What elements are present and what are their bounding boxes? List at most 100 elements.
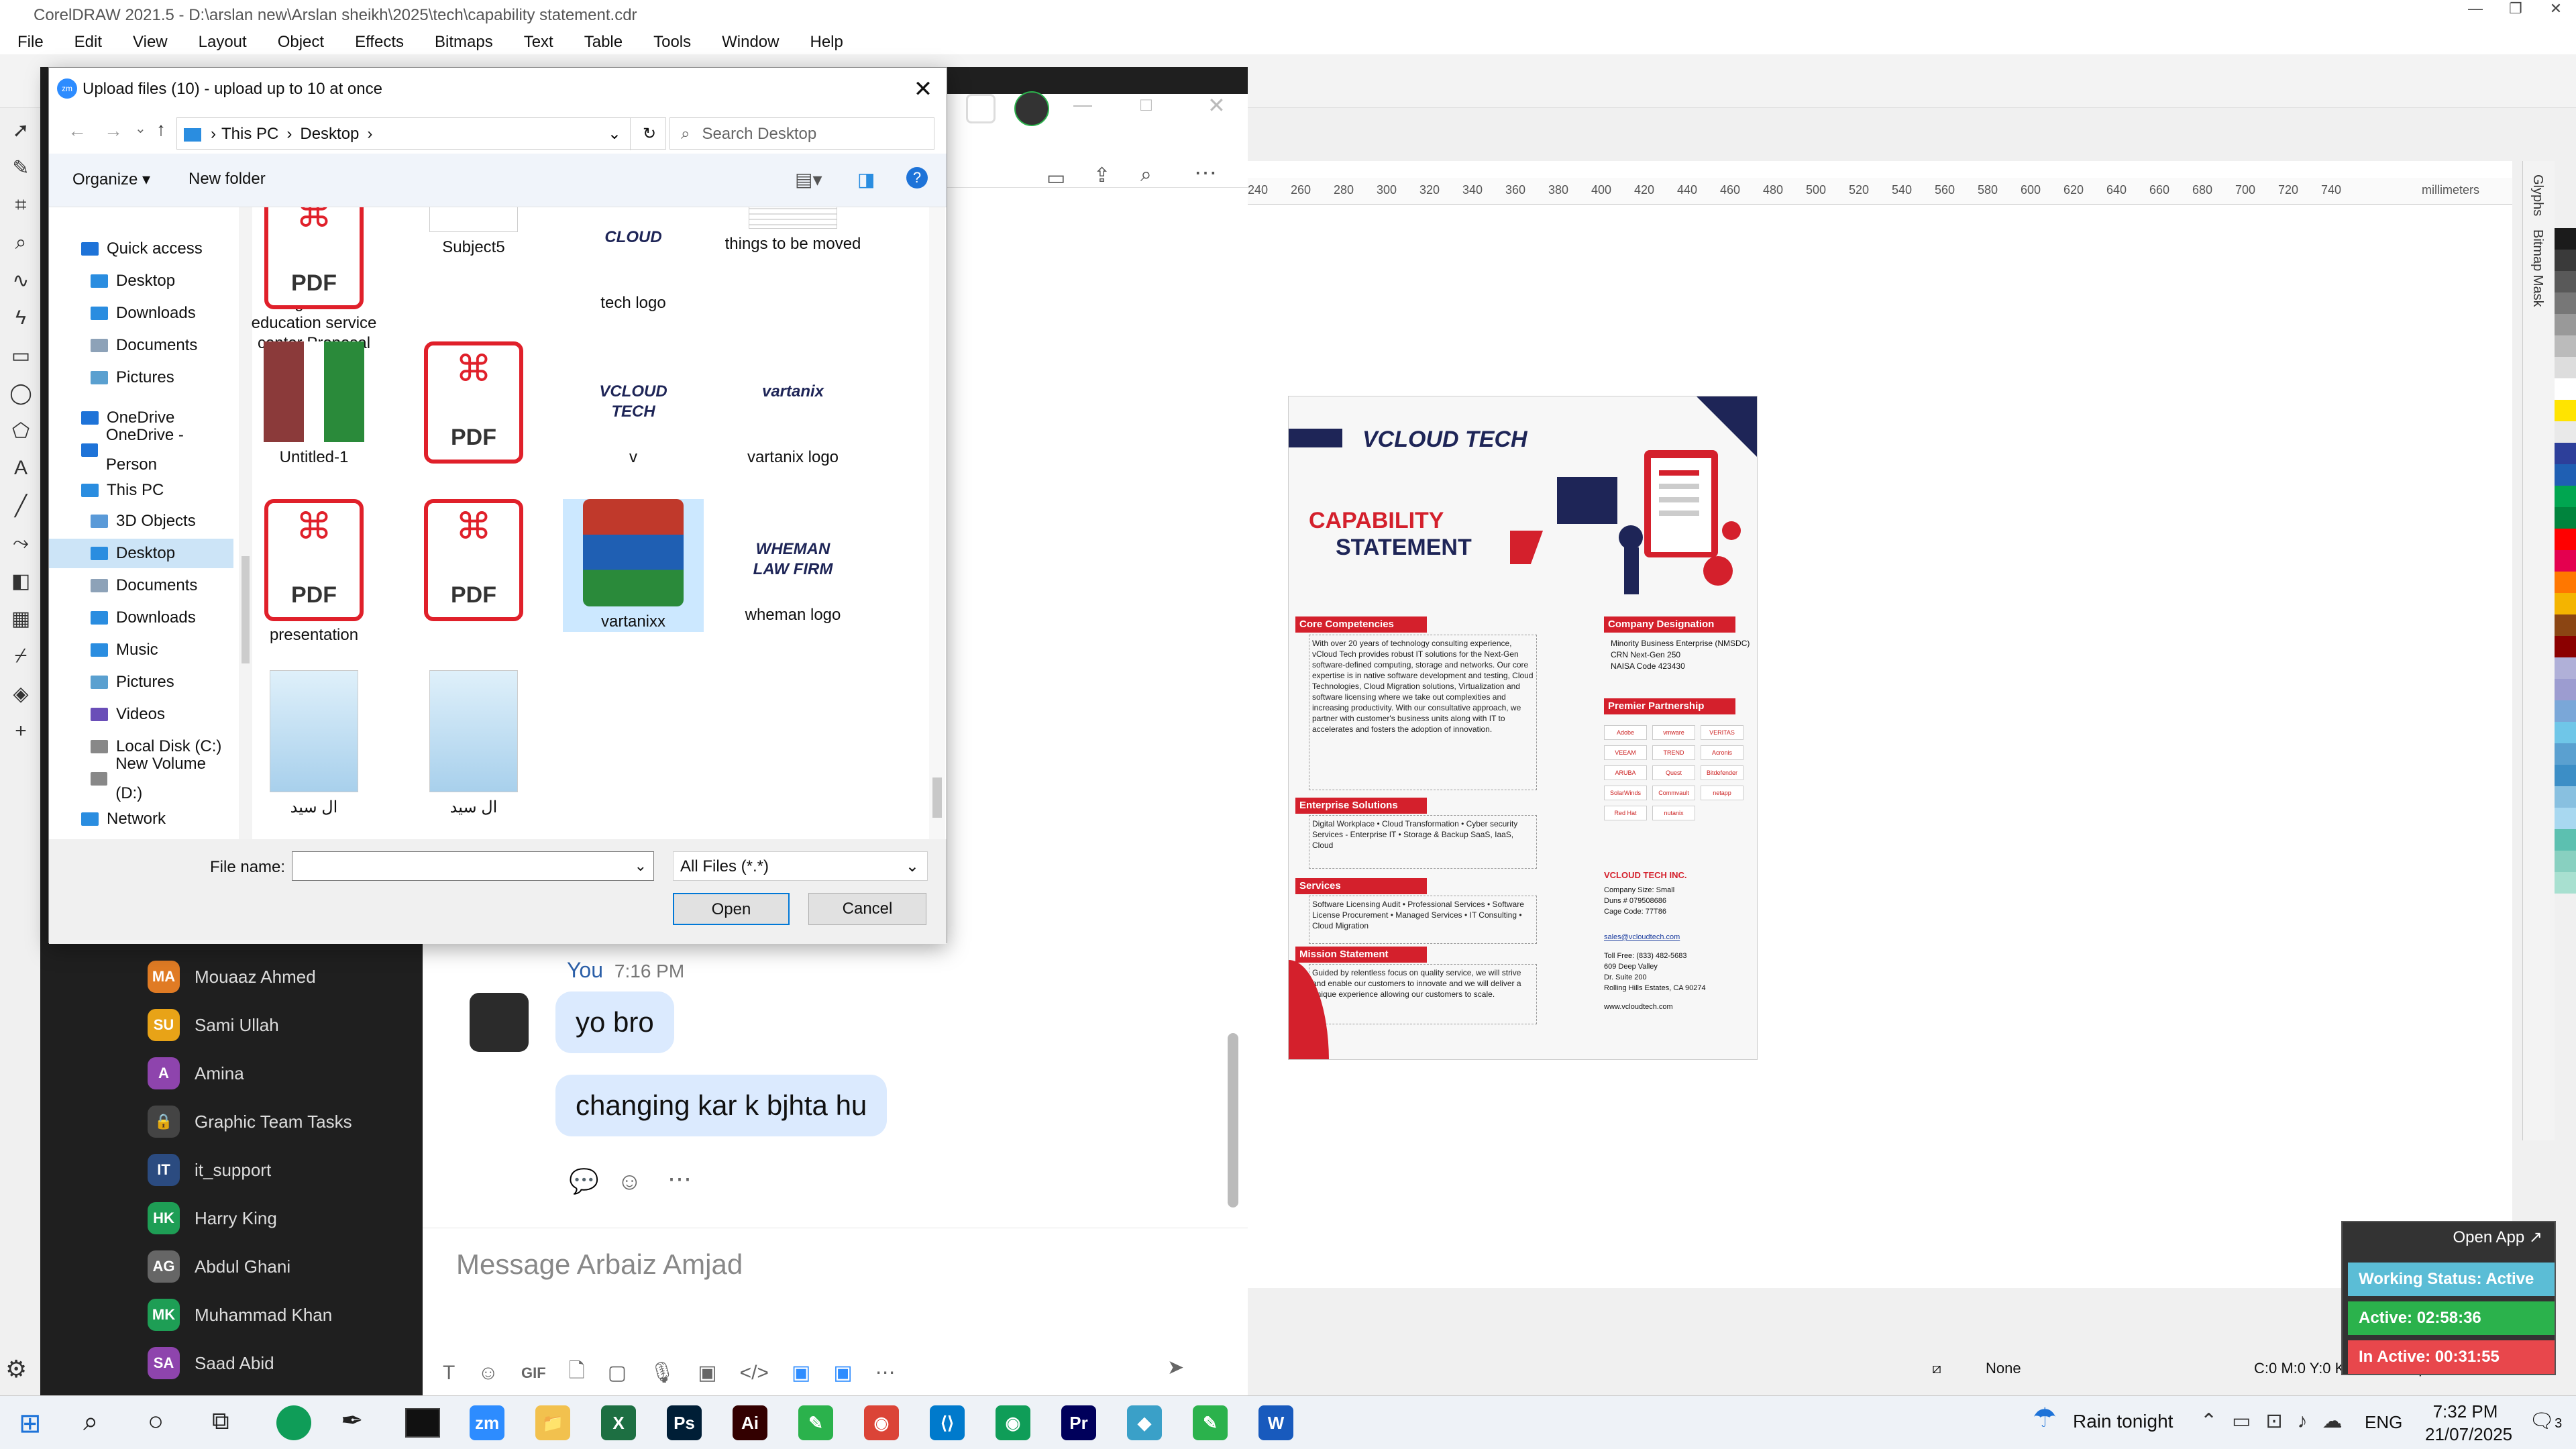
- nav-item[interactable]: OneDrive - Person: [81, 426, 233, 474]
- minimize-icon[interactable]: —: [2455, 0, 2496, 30]
- maximize-icon[interactable]: □: [1140, 94, 1152, 115]
- close-icon[interactable]: ✕: [906, 73, 940, 105]
- view-options-icon[interactable]: ▤▾: [795, 168, 822, 191]
- palette-swatch[interactable]: [2555, 228, 2576, 250]
- reply-icon[interactable]: 💬: [569, 1167, 599, 1195]
- format-text-icon[interactable]: T: [443, 1362, 455, 1385]
- palette-swatch[interactable]: [2555, 271, 2576, 292]
- menu-file[interactable]: File: [17, 33, 44, 51]
- contact-item[interactable]: SA Saad Abid: [148, 1339, 274, 1387]
- weather-text[interactable]: Rain tonight: [2073, 1411, 2173, 1432]
- start-windows-icon[interactable]: ⊞: [19, 1408, 42, 1439]
- profile-avatar[interactable]: [1014, 91, 1049, 126]
- palette-swatch[interactable]: [2555, 443, 2576, 464]
- file-type-filter[interactable]: All Files (*.*) ⌄: [673, 851, 928, 881]
- palette-swatch[interactable]: [2555, 593, 2576, 614]
- nav-item[interactable]: Desktop: [49, 539, 233, 568]
- search-icon[interactable]: ⌕: [1140, 164, 1152, 186]
- menu-layout[interactable]: Layout: [199, 33, 247, 51]
- nav-item[interactable]: Videos: [91, 700, 165, 729]
- calendar-icon[interactable]: [966, 94, 996, 123]
- premiere-icon[interactable]: Pr: [1061, 1405, 1096, 1440]
- menu-effects[interactable]: Effects: [355, 33, 404, 51]
- menu-bitmaps[interactable]: Bitmaps: [435, 33, 493, 51]
- contact-item[interactable]: 🔒 Graphic Team Tasks: [148, 1097, 352, 1146]
- contact-item[interactable]: HK Harry King: [148, 1194, 277, 1242]
- add-tool-icon[interactable]: +: [7, 720, 34, 747]
- palette-swatch[interactable]: [2555, 292, 2576, 314]
- video-icon[interactable]: ▭: [1046, 166, 1065, 190]
- ellipse-tool-icon[interactable]: ◯: [7, 382, 34, 409]
- palette-swatch[interactable]: [2555, 700, 2576, 722]
- file-icon[interactable]: 🗋: [569, 1356, 585, 1390]
- zoom-tool-icon[interactable]: ⌕: [7, 231, 34, 258]
- vscode-icon[interactable]: ⟨⟩: [930, 1405, 965, 1440]
- coreldraw-icon[interactable]: ✎: [1193, 1405, 1228, 1440]
- nav-item[interactable]: Documents📌: [91, 331, 197, 360]
- nav-item[interactable]: Downloads📌: [91, 299, 196, 328]
- task-view-icon[interactable]: ⧉: [212, 1407, 229, 1436]
- app-icon[interactable]: ▣: [792, 1361, 810, 1385]
- close-icon[interactable]: ✕: [1208, 93, 1226, 118]
- menu-text[interactable]: Text: [524, 33, 553, 51]
- close-icon[interactable]: ✕: [2536, 0, 2576, 30]
- message-input[interactable]: Message Arbaiz Amjad: [456, 1248, 743, 1281]
- help-icon[interactable]: ?: [906, 167, 928, 189]
- back-arrow-icon[interactable]: ←: [68, 120, 87, 142]
- palette-swatch[interactable]: [2555, 357, 2576, 378]
- search-box[interactable]: ⌕ Search Desktop: [669, 117, 934, 150]
- transparency-tool-icon[interactable]: ▦: [7, 607, 34, 634]
- palette-swatch[interactable]: [2555, 851, 2576, 872]
- palette-swatch[interactable]: [2555, 314, 2576, 335]
- code-icon[interactable]: </>: [740, 1362, 769, 1385]
- chrome-profile-icon[interactable]: ◉: [996, 1405, 1030, 1440]
- menu-view[interactable]: View: [133, 33, 168, 51]
- address-bar[interactable]: › This PC › Desktop › ⌄ ↻: [176, 117, 666, 150]
- nav-item[interactable]: Pictures📌: [91, 363, 174, 392]
- file-item[interactable]: ⌘PDFvartanix: [403, 499, 544, 625]
- language-indicator[interactable]: ENG: [2365, 1412, 2402, 1433]
- recent-locations-icon[interactable]: ⌄: [135, 120, 146, 137]
- palette-swatch[interactable]: [2555, 829, 2576, 851]
- preview-pane-icon[interactable]: ◨: [857, 168, 875, 191]
- edge-icon[interactable]: [276, 1405, 311, 1440]
- palette-swatch[interactable]: [2555, 765, 2576, 786]
- cancel-button[interactable]: Cancel: [808, 893, 926, 925]
- nav-item[interactable]: Pictures: [91, 667, 174, 697]
- palette-swatch[interactable]: [2555, 872, 2576, 894]
- palette-swatch[interactable]: [2555, 335, 2576, 357]
- cortana-icon[interactable]: ○: [148, 1407, 164, 1437]
- palette-swatch[interactable]: [2555, 636, 2576, 657]
- file-item[interactable]: vartanix vartanix logo: [722, 341, 863, 468]
- document-page[interactable]: VCLOUD TECH CAPABILITY STATEMENT Core Co…: [1288, 396, 1758, 1060]
- menu-window[interactable]: Window: [722, 33, 779, 51]
- palette-swatch[interactable]: [2555, 808, 2576, 829]
- refresh-icon[interactable]: ↻: [630, 118, 668, 150]
- rectangle-tool-icon[interactable]: ▭: [7, 344, 34, 371]
- screenshot-icon[interactable]: ▢: [608, 1361, 627, 1385]
- nav-item[interactable]: Downloads: [91, 603, 196, 633]
- file-item[interactable]: things to be moved: [722, 207, 863, 254]
- more-icon[interactable]: ⋯: [1194, 160, 1217, 186]
- coreldraw-green-icon[interactable]: ✎: [798, 1405, 833, 1440]
- app-icon[interactable]: ◆: [1127, 1405, 1162, 1440]
- search-icon[interactable]: ⌕: [83, 1407, 98, 1437]
- weather-icon[interactable]: ☂: [2033, 1403, 2057, 1434]
- zoom-app-icon[interactable]: ▣: [833, 1361, 852, 1385]
- chat-message[interactable]: yo bro: [555, 991, 674, 1053]
- file-item[interactable]: CLOUD tech logo: [563, 207, 704, 313]
- text-tool-icon[interactable]: A: [7, 457, 34, 484]
- file-item[interactable]: ⌘PDFUntitled-255: [403, 341, 544, 468]
- eyedropper-icon[interactable]: ⌿: [7, 645, 34, 672]
- new-folder-button[interactable]: New folder: [189, 170, 266, 189]
- crop-tool-icon[interactable]: ⌗: [7, 194, 34, 221]
- file-item[interactable]: ال سيد: [244, 670, 384, 818]
- open-button[interactable]: Open: [673, 893, 790, 925]
- nav-item[interactable]: Quick access: [81, 234, 203, 264]
- nav-item[interactable]: Desktop📌: [91, 266, 175, 296]
- menu-help[interactable]: Help: [810, 33, 843, 51]
- palette-swatch[interactable]: [2555, 400, 2576, 421]
- connector-tool-icon[interactable]: ⤳: [7, 532, 34, 559]
- contact-item[interactable]: MK Muhammad Khan: [148, 1291, 332, 1339]
- system-tray-icons[interactable]: ⌃▭⊡♪☁: [2200, 1409, 2357, 1433]
